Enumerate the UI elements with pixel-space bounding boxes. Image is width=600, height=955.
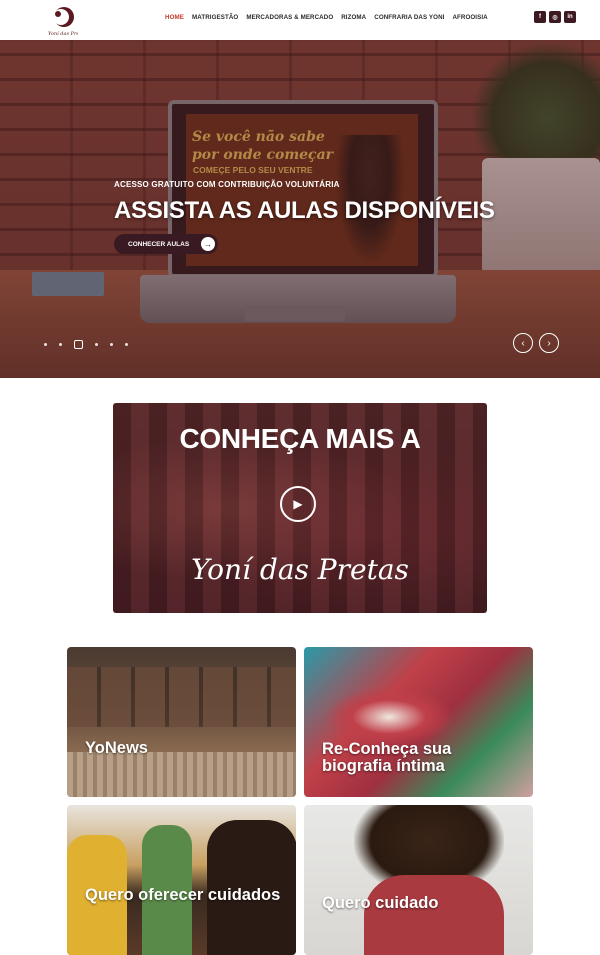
card-quero-cuidado[interactable]: Quero cuidado (304, 805, 533, 955)
main-nav: HOME MATRIGESTÃO MERCADORAS & MERCADO RI… (165, 14, 488, 21)
video-script-logo: Yoní das Pretas (191, 553, 409, 586)
button-label: CONHECER AULAS (128, 240, 190, 248)
site-header: Yoní das Pretas HOME MATRIGESTÃO MERCADO… (0, 0, 600, 40)
linkedin-icon[interactable]: in (564, 11, 576, 23)
svg-text:Yoní das Pretas: Yoní das Pretas (48, 30, 78, 37)
hero-title: ASSISTA AS AULAS DISPONÍVEIS (114, 197, 495, 224)
slide-dot[interactable] (125, 343, 128, 346)
slide-dot[interactable] (110, 343, 113, 346)
facebook-icon[interactable]: f (534, 11, 546, 23)
card-oferecer-cuidados[interactable]: Quero oferecer cuidados (67, 805, 296, 955)
chevron-left-icon[interactable]: ‹ (513, 333, 533, 353)
slider-pagination (44, 340, 128, 349)
arrow-right-icon: → (201, 237, 215, 251)
slide-dot[interactable] (59, 343, 62, 346)
nav-confraria-das-yoni[interactable]: CONFRARIA DAS YONI (374, 14, 444, 21)
card-yonews[interactable]: YoNews (67, 647, 296, 797)
hero-subtitle: ACESSO GRATUITO COM CONTRIBUIÇÃO VOLUNTÁ… (114, 180, 340, 189)
slide-dot[interactable] (95, 343, 98, 346)
social-links: f ◎ in (534, 11, 576, 23)
instagram-icon[interactable]: ◎ (549, 11, 561, 23)
hero-slider: Se você não sabe por onde começar COMEÇE… (0, 40, 600, 378)
logo[interactable]: Yoní das Pretas (44, 3, 78, 37)
nav-mercadoras-mercado[interactable]: MERCADORAS & MERCADO (246, 14, 333, 21)
nav-rizoma[interactable]: RIZOMA (341, 14, 366, 21)
nav-home[interactable]: HOME (165, 14, 184, 21)
video-player[interactable]: CONHEÇA MAIS A ▶ Yoní das Pretas (113, 403, 487, 613)
play-icon[interactable]: ▶ (280, 486, 316, 522)
card-title: YoNews (85, 739, 148, 757)
card-title: Quero oferecer cuidados (85, 886, 281, 904)
slide-dot-active[interactable] (74, 340, 83, 349)
video-title: CONHEÇA MAIS A (179, 423, 421, 454)
card-biografia-intima[interactable]: Re-Conheça sua biografia íntima (304, 647, 533, 797)
conhecer-aulas-button[interactable]: CONHECER AULAS → (114, 234, 218, 254)
chevron-right-icon[interactable]: › (539, 333, 559, 353)
card-title: Re-Conheça sua biografia íntima (322, 740, 452, 775)
slide-dot[interactable] (44, 343, 47, 346)
nav-afrooisia[interactable]: AFROOISIA (452, 14, 487, 21)
nav-matrigestao[interactable]: MATRIGESTÃO (192, 14, 238, 21)
